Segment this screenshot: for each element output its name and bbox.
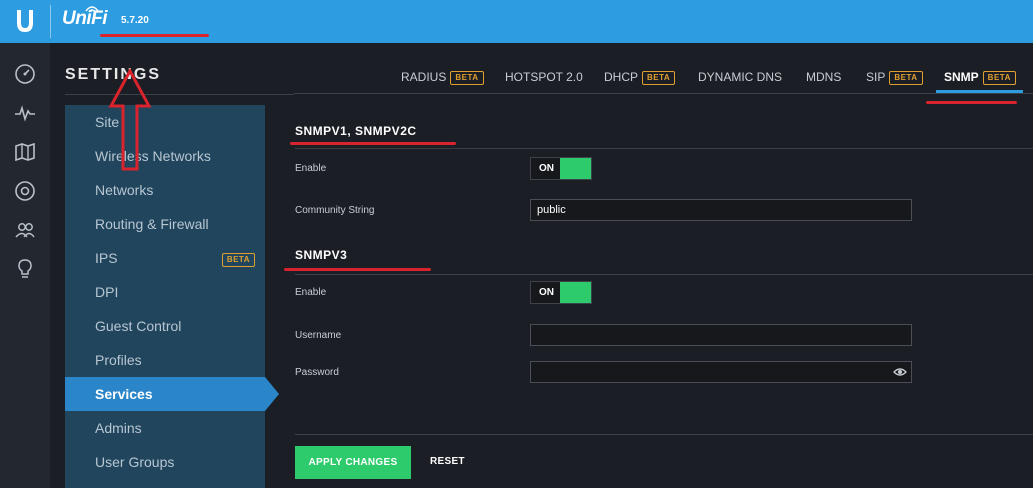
beta-badge: BETA bbox=[221, 253, 255, 267]
nav-item-label: Guest Control bbox=[95, 318, 182, 334]
tab-label: MDNS bbox=[806, 70, 842, 84]
nav-item-dpi[interactable]: DPI bbox=[65, 275, 265, 309]
tab-label: SIP bbox=[866, 70, 886, 84]
beta-badge: BETA bbox=[642, 70, 676, 85]
username-input[interactable] bbox=[530, 324, 912, 346]
tab-snmp[interactable]: SNMP BETA bbox=[944, 70, 1016, 85]
ubiquiti-logo-icon[interactable] bbox=[14, 8, 36, 34]
snmpv3-section-divider bbox=[295, 274, 1033, 275]
nav-item-label: Profiles bbox=[95, 352, 142, 368]
apply-changes-button[interactable]: APPLY CHANGES bbox=[295, 446, 411, 479]
topbar-divider bbox=[50, 5, 51, 38]
insights-icon[interactable] bbox=[14, 258, 36, 280]
show-password-eye-icon[interactable] bbox=[893, 367, 907, 377]
reset-button[interactable]: RESET bbox=[430, 456, 465, 467]
nav-item-services[interactable]: Services bbox=[65, 377, 265, 411]
nav-item-site[interactable]: Site bbox=[65, 105, 265, 139]
annotation-underline-snmp-tab bbox=[926, 101, 1017, 104]
community-string-label: Community String bbox=[295, 205, 375, 216]
snmpv3-enable-toggle[interactable]: ON bbox=[530, 281, 592, 304]
snmpv1-section-divider bbox=[295, 148, 1033, 149]
tab-label: RADIUS bbox=[401, 70, 447, 84]
nav-item-user-groups[interactable]: User Groups bbox=[65, 445, 265, 479]
snmpv1-section-title: SNMPV1, SNMPV2C bbox=[295, 124, 417, 138]
nav-item-label: Services bbox=[95, 386, 153, 402]
tab-label: HOTSPOT 2.0 bbox=[505, 70, 583, 84]
settings-title-divider bbox=[65, 94, 294, 95]
actions-divider bbox=[295, 434, 1033, 435]
tab-label: SNMP bbox=[944, 70, 979, 84]
nav-item-networks[interactable]: Networks bbox=[65, 173, 265, 207]
nav-item-admins[interactable]: Admins bbox=[65, 411, 265, 445]
tab-hotspot[interactable]: HOTSPOT 2.0 bbox=[505, 70, 583, 84]
username-label: Username bbox=[295, 330, 342, 341]
toggle-knob bbox=[560, 282, 591, 303]
left-icon-rail bbox=[0, 43, 50, 488]
clients-icon[interactable] bbox=[14, 219, 36, 241]
beta-badge: BETA bbox=[982, 70, 1016, 85]
nav-item-wireless-networks[interactable]: Wireless Networks bbox=[65, 139, 265, 173]
nav-item-label: Routing & Firewall bbox=[95, 216, 209, 232]
annotation-underline-snmpv1 bbox=[290, 142, 456, 145]
nav-item-label: User Groups bbox=[95, 454, 175, 470]
password-input[interactable] bbox=[530, 361, 912, 383]
nav-item-label: IPS bbox=[95, 250, 118, 266]
dashboard-icon[interactable] bbox=[14, 63, 36, 85]
beta-badge: BETA bbox=[450, 70, 484, 85]
nav-item-label: Networks bbox=[95, 182, 154, 198]
map-icon[interactable] bbox=[14, 141, 36, 163]
nav-item-guest-control[interactable]: Guest Control bbox=[65, 309, 265, 343]
tab-radius[interactable]: RADIUS BETA bbox=[401, 70, 484, 85]
tab-label: DHCP bbox=[604, 70, 639, 84]
active-tab-underline bbox=[936, 90, 1023, 93]
wifi-icon bbox=[85, 6, 99, 13]
statistics-icon[interactable] bbox=[14, 102, 36, 124]
annotation-underline-snmpv3 bbox=[284, 268, 431, 271]
unifi-logo[interactable]: UniFi bbox=[62, 6, 108, 30]
devices-icon[interactable] bbox=[14, 180, 36, 202]
toggle-state-label: ON bbox=[539, 287, 554, 298]
services-tabs: RADIUS BETA HOTSPOT 2.0 DHCP BETA DYNAMIC … bbox=[294, 60, 1033, 94]
community-string-input[interactable]: public bbox=[530, 199, 912, 221]
nav-item-routing-firewall[interactable]: Routing & Firewall bbox=[65, 207, 265, 241]
toggle-knob bbox=[560, 158, 591, 179]
tab-sip[interactable]: SIP BETA bbox=[866, 70, 923, 85]
snmpv3-enable-label: Enable bbox=[295, 287, 327, 298]
tab-mdns[interactable]: MDNS bbox=[806, 70, 841, 84]
annotation-underline-version bbox=[100, 34, 209, 37]
beta-badge: BETA bbox=[889, 70, 923, 85]
nav-item-label: Admins bbox=[95, 420, 142, 436]
snmpv1-enable-label: Enable bbox=[295, 163, 327, 174]
snmpv3-section-title: SNMPV3 bbox=[295, 248, 348, 262]
nav-active-indicator bbox=[265, 377, 279, 411]
password-label: Password bbox=[295, 367, 339, 378]
tab-dhcp[interactable]: DHCP BETA bbox=[604, 70, 676, 85]
toggle-state-label: ON bbox=[539, 163, 554, 174]
nav-item-profiles[interactable]: Profiles bbox=[65, 343, 265, 377]
nav-item-label: DPI bbox=[95, 284, 119, 300]
tab-dynamic-dns[interactable]: DYNAMIC DNS bbox=[698, 70, 782, 84]
tab-label: DYNAMIC DNS bbox=[698, 70, 783, 84]
snmpv1-enable-toggle[interactable]: ON bbox=[530, 157, 592, 180]
annotation-arrow-icon bbox=[108, 68, 152, 171]
nav-item-ips[interactable]: IPS BETA bbox=[65, 241, 265, 275]
tabs-divider bbox=[294, 93, 1033, 94]
version-label: 5.7.20 bbox=[121, 15, 149, 26]
settings-nav: Site Wireless Networks Networks Routing … bbox=[65, 105, 265, 488]
